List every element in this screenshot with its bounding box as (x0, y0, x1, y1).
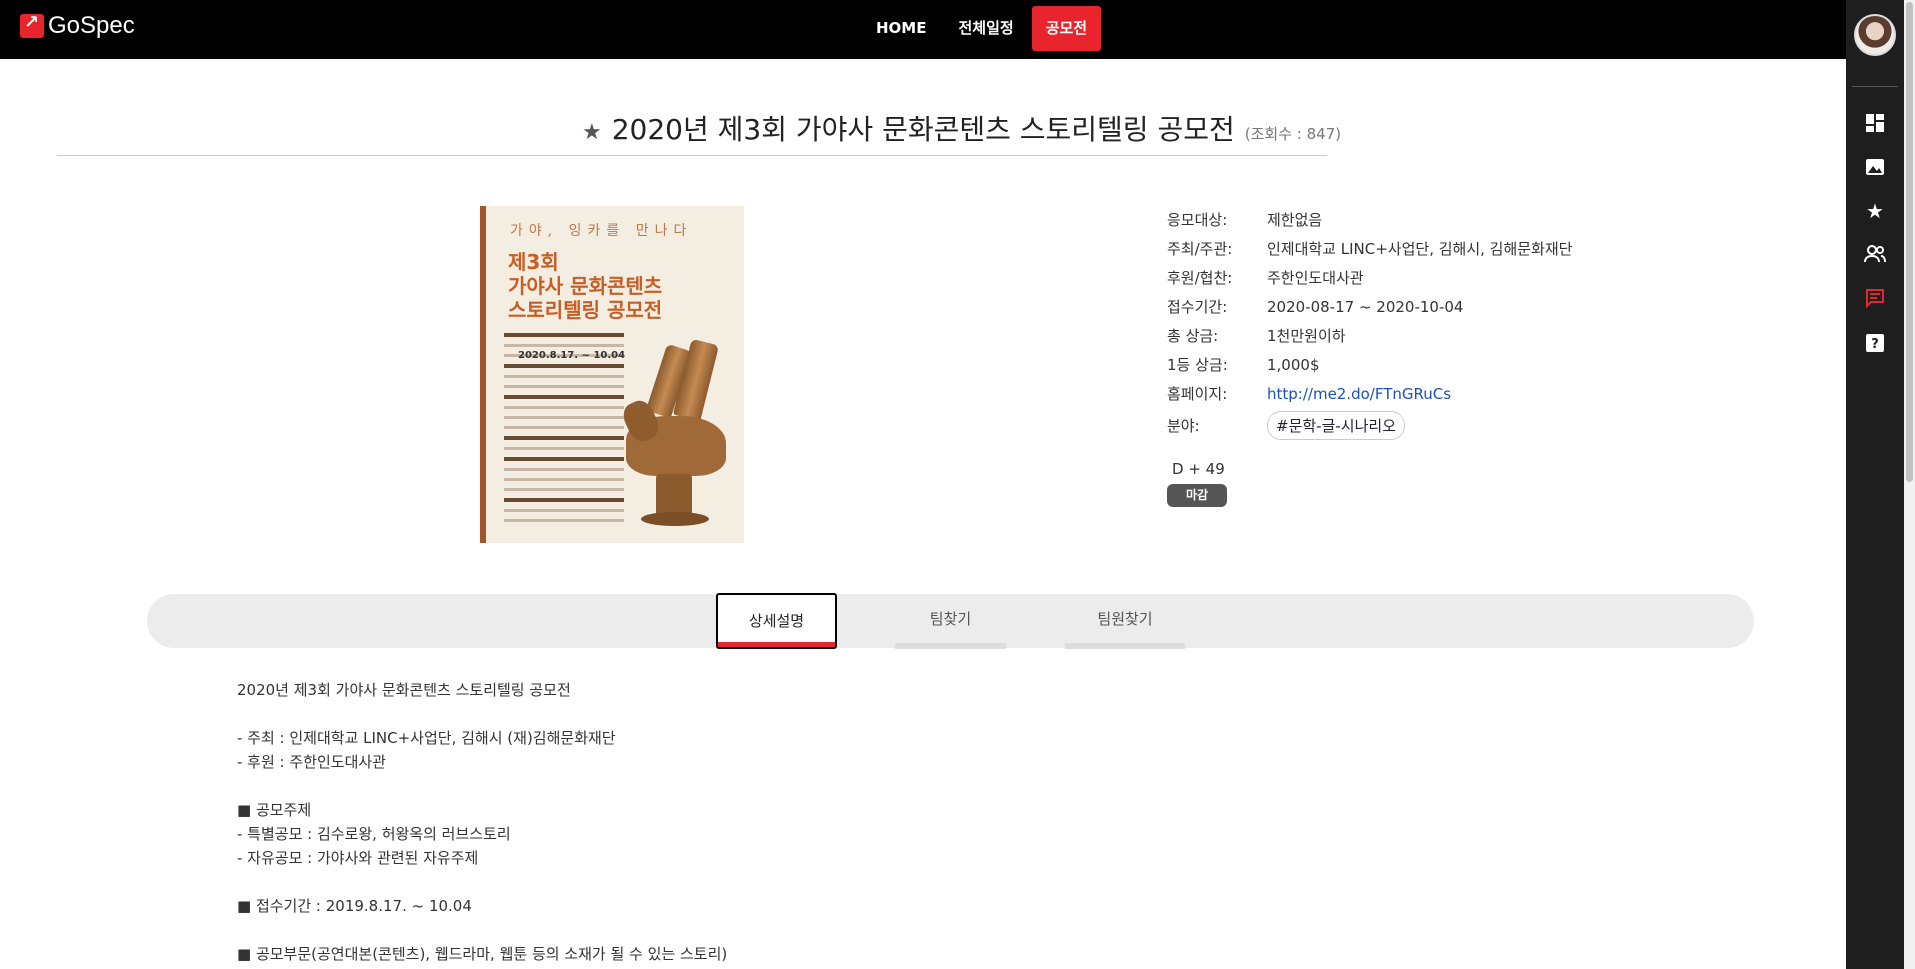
nav-schedule[interactable]: 전체일정 (944, 6, 1027, 51)
description-line: ■ 접수기간 : 2019.8.17. ~ 10.04 (237, 897, 472, 915)
info-value: 2020-08-17 ~ 2020-10-04 (1267, 297, 1464, 316)
dashboard-icon[interactable] (1864, 113, 1886, 135)
nav-contests[interactable]: 공모전 (1031, 6, 1102, 51)
info-label: 총 상금: (1167, 327, 1219, 345)
description-line: ■ 공모부문(공연대본(콘텐츠), 웹드라마, 웹툰 등의 소재가 될 수 있는… (237, 945, 728, 963)
svg-text:?: ? (1871, 337, 1879, 352)
info-value: 1,000$ (1267, 355, 1320, 374)
poster-title-line: 제3회 (508, 250, 559, 274)
info-label: 접수기간: (1167, 298, 1228, 316)
image-icon[interactable] (1864, 157, 1886, 179)
info-value: 1천만원이하 (1267, 327, 1346, 345)
status-badge: 마감 (1167, 484, 1227, 507)
description-line: - 자유공모 : 가야사와 관련된 자유주제 (237, 849, 479, 867)
contest-description: 2020년 제3회 가야사 문화콘텐츠 스토리텔링 공모전 - 주최 : 인제대… (237, 678, 727, 966)
description-line (237, 774, 727, 798)
tab-find-team[interactable]: 팀찾기 (895, 593, 1006, 649)
tab-label: 팀원찾기 (1097, 610, 1153, 628)
view-count: (조회수 : 847) (1244, 125, 1342, 143)
info-row-host: 주최/주관: 인제대학교 LINC+사업단, 김해시, 김해문화재단 (1167, 234, 1573, 263)
poster-date: 2020.8.17. ~ 10.04 (518, 350, 626, 361)
info-label: 1등 상금: (1167, 356, 1228, 374)
homepage-link[interactable]: http://me2.do/FTnGRuCs (1267, 385, 1451, 403)
people-icon[interactable] (1864, 244, 1886, 266)
description-line (237, 870, 727, 894)
poster-title: 제3회 가야사 문화콘텐츠 스토리텔링 공모전 (508, 250, 662, 322)
help-icon[interactable]: ? (1864, 333, 1886, 355)
poster-headline: 가야, 잉카를 만나다 (510, 223, 693, 239)
info-value: 제한없음 (1267, 211, 1323, 229)
description-line: - 후원 : 주한인도대사관 (237, 753, 386, 771)
favorite-star-icon[interactable]: ★ (582, 120, 602, 145)
description-line (237, 918, 727, 942)
info-row-homepage: 홈페이지: http://me2.do/FTnGRuCs (1167, 379, 1573, 408)
description-line: - 주최 : 인제대학교 LINC+사업단, 김해시 (재)김해문화재단 (237, 729, 616, 747)
contest-poster-image: 가야, 잉카를 만나다 제3회 가야사 문화콘텐츠 스토리텔링 공모전 2020… (480, 206, 744, 543)
logo-text: GoSpec (48, 12, 135, 39)
field-tag[interactable]: #문학-글-시나리오 (1267, 410, 1405, 440)
right-sidebar: ★ ? (1846, 0, 1904, 969)
info-row-field: 분야: #문학-글-시나리오 (1167, 408, 1573, 442)
poster-title-line: 스토리텔링 공모전 (508, 298, 663, 322)
description-line: - 특별공모 : 김수로왕, 허왕옥의 러브스토리 (237, 825, 511, 843)
nav-home[interactable]: HOME (862, 6, 940, 51)
poster-artifact (641, 512, 709, 526)
description-line (237, 702, 727, 726)
logo-icon (20, 12, 44, 38)
info-row-total-prize: 총 상금: 1천만원이하 (1167, 321, 1573, 350)
page-title-row: ★ 2020년 제3회 가야사 문화콘텐츠 스토리텔링 공모전 (조회수 : 8… (582, 108, 1341, 148)
info-value: 인제대학교 LINC+사업단, 김해시, 김해문화재단 (1267, 240, 1573, 258)
info-label: 분야: (1167, 416, 1200, 435)
page-title: 2020년 제3회 가야사 문화콘텐츠 스토리텔링 공모전 (611, 113, 1235, 146)
contest-info: 응모대상: 제한없음 주최/주관: 인제대학교 LINC+사업단, 김해시, 김… (1167, 205, 1573, 442)
top-navbar: GoSpec HOME 전체일정 공모전 (0, 0, 1846, 59)
tab-find-member[interactable]: 팀원찾기 (1065, 593, 1185, 649)
info-label: 응모대상: (1167, 211, 1228, 229)
info-row-sponsor: 후원/협찬: 주한인도대사관 (1167, 263, 1573, 292)
info-label: 홈페이지: (1167, 385, 1228, 403)
description-line: ■ 공모주제 (237, 801, 312, 819)
info-value: 주한인도대사관 (1267, 269, 1364, 287)
main-nav: HOME 전체일정 공모전 (862, 6, 1105, 51)
dday-counter: D + 49 (1172, 460, 1225, 478)
tab-description[interactable]: 상세설명 (716, 593, 837, 649)
info-row-period: 접수기간: 2020-08-17 ~ 2020-10-04 (1167, 292, 1573, 321)
info-label: 주최/주관: (1167, 240, 1233, 258)
poster-title-line: 가야사 문화콘텐츠 (508, 274, 663, 298)
info-row-first-prize: 1등 상금: 1,000$ (1167, 350, 1573, 379)
sidebar-divider (1852, 86, 1898, 87)
scrollbar-thumb[interactable] (1906, 2, 1913, 482)
tab-label: 상세설명 (748, 612, 805, 630)
description-line: 2020년 제3회 가야사 문화콘텐츠 스토리텔링 공모전 (237, 681, 571, 699)
info-label: 후원/협찬: (1167, 269, 1233, 287)
logo[interactable]: GoSpec (20, 12, 135, 40)
chat-icon[interactable] (1864, 288, 1886, 310)
title-divider (57, 155, 1327, 156)
info-row-target: 응모대상: 제한없음 (1167, 205, 1573, 234)
page-scrollbar[interactable] (1904, 0, 1915, 969)
tab-label: 팀찾기 (929, 610, 972, 628)
star-icon[interactable]: ★ (1864, 200, 1886, 222)
avatar[interactable] (1854, 14, 1896, 56)
